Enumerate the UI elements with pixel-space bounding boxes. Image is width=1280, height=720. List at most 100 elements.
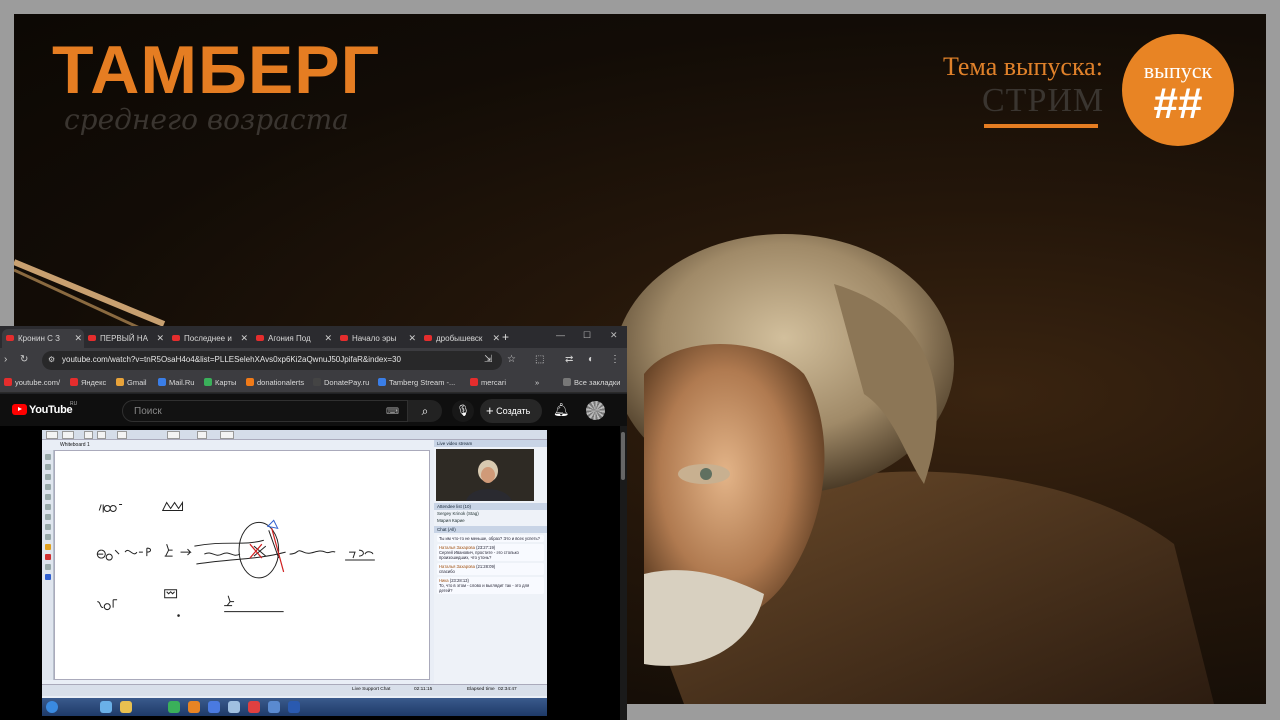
close-icon[interactable]: ✕: [156, 333, 164, 344]
cast-icon[interactable]: ⇄: [565, 354, 573, 365]
youtube-icon: [172, 335, 180, 341]
folder-icon: [563, 378, 571, 386]
tab-label: Последнее и: [184, 334, 232, 343]
episode-number: ##: [1153, 79, 1203, 128]
forward-icon[interactable]: ›: [4, 354, 7, 365]
topic-value: СТРИМ: [982, 82, 1105, 119]
browser-tab[interactable]: Начало эры ✕: [336, 329, 418, 348]
topic-label: Тема выпуска:: [943, 52, 1103, 81]
bookmark-item[interactable]: Карты: [204, 378, 236, 387]
address-bar: › ↻ ⚙ youtube.com/watch?v=tnR5OsaH4o4&li…: [0, 348, 627, 373]
browser-tab[interactable]: Кронин С З ✕: [2, 329, 84, 348]
keyboard-icon[interactable]: ⌨: [386, 406, 399, 417]
new-tab-button[interactable]: +: [502, 330, 509, 344]
star-icon[interactable]: ☆: [507, 354, 516, 365]
donatepay-icon: [313, 378, 321, 386]
toolbar-button: [167, 431, 180, 439]
youtube-icon: [6, 335, 14, 341]
maximize-icon[interactable]: ☐: [583, 330, 591, 341]
page-scrollbar[interactable]: [620, 426, 627, 720]
person-thumbnail-image: [436, 449, 534, 501]
bookmark-item[interactable]: Яндекс: [70, 378, 106, 387]
close-icon[interactable]: ✕: [74, 333, 82, 344]
taskbar-app-icon: [188, 701, 200, 713]
voice-search-button[interactable]: 🎙︎: [452, 400, 474, 422]
word-icon: [288, 701, 300, 713]
url-field[interactable]: ⚙ youtube.com/watch?v=tnR5OsaH4o4&list=P…: [42, 351, 502, 370]
tool-icon: [45, 534, 51, 540]
bookmark-item[interactable]: Gmail: [116, 378, 147, 387]
extensions-icon[interactable]: ⬚: [535, 354, 544, 365]
toolbar-button: [46, 431, 58, 439]
youtube-icon: [12, 404, 27, 415]
bookmark-item[interactable]: DonatePay.ru: [313, 378, 369, 387]
bookmark-item[interactable]: youtube.com/: [4, 378, 60, 387]
toolbar-button: [84, 431, 93, 439]
reload-icon[interactable]: ↻: [20, 354, 28, 365]
tool-icon: [45, 544, 51, 550]
chat-message: Наталья Захарова (23:27:19) Сергей Иванов…: [437, 544, 544, 561]
video-player[interactable]: Whiteboard 1 Live video stream Attendee …: [0, 426, 620, 720]
tool-icon: [45, 564, 51, 570]
brand-subtitle: среднего возраста: [64, 103, 349, 136]
notifications-icon[interactable]: 🔔︎: [553, 402, 570, 418]
close-icon[interactable]: ✕: [324, 333, 332, 344]
live-video-header: Live video stream: [434, 440, 547, 447]
taskbar-app-icon: [208, 701, 220, 713]
scroll-thumb[interactable]: [621, 432, 625, 480]
search-input[interactable]: Поиск ⌨: [122, 400, 408, 422]
tab-label: Агония Под: [268, 334, 311, 343]
all-bookmarks[interactable]: Все закладки: [563, 378, 620, 387]
browser-tab[interactable]: ПЕРВЫЙ НА ✕: [84, 329, 166, 348]
close-icon[interactable]: ✕: [240, 333, 248, 344]
youtube-icon: [88, 335, 96, 341]
attendee-header: Attendee list (10): [434, 503, 547, 510]
toolbar-button: [97, 431, 106, 439]
browser-window: Кронин С З ✕ ПЕРВЫЙ НА ✕ Последнее и ✕ Агон…: [0, 326, 627, 720]
minimize-icon[interactable]: —: [556, 330, 565, 340]
tamberg-icon: [378, 378, 386, 386]
create-button[interactable]: + Создать: [480, 399, 542, 423]
tool-icon: [45, 514, 51, 520]
menu-icon[interactable]: ⋮: [610, 354, 620, 365]
browser-tab[interactable]: дробышевск ✕: [420, 329, 502, 348]
close-icon[interactable]: ✕: [492, 333, 500, 344]
side-panel: Live video stream Attendee list (10) Ser…: [434, 440, 547, 690]
tab-label: Начало эры: [352, 334, 397, 343]
taskbar-app-icon: [100, 701, 112, 713]
search-icon: ⌕: [421, 404, 429, 418]
site-info-icon[interactable]: ⚙: [48, 355, 55, 364]
close-icon[interactable]: ✕: [408, 333, 416, 344]
donationalerts-icon: [246, 378, 254, 386]
bookmark-item[interactable]: Mail.Ru: [158, 378, 194, 387]
tool-icon: [45, 494, 51, 500]
bookmark-item[interactable]: Tamberg Stream -...: [378, 378, 455, 387]
mic-icon: 🎙︎: [456, 405, 470, 417]
youtube-icon: [340, 335, 348, 341]
bookmark-item[interactable]: mercari: [470, 378, 506, 387]
video-content-desktop-app: Whiteboard 1 Live video stream Attendee …: [42, 430, 547, 716]
tool-icon: [45, 474, 51, 480]
youtube-logo[interactable]: YouTube: [12, 404, 73, 416]
browser-tab[interactable]: Агония Под ✕: [252, 329, 334, 348]
tool-icon: [45, 574, 51, 580]
browser-tab[interactable]: Последнее и ✕: [168, 329, 250, 348]
search-placeholder: Поиск: [134, 406, 162, 417]
search-button[interactable]: ⌕: [408, 400, 442, 422]
avatar[interactable]: [586, 401, 605, 420]
bookmarks-overflow[interactable]: »: [535, 378, 539, 387]
close-window-icon[interactable]: ✕: [610, 330, 618, 341]
chat-message: Ника (23:28:13) То, что в этом - слово и …: [437, 577, 544, 594]
status-time: 02:11:15: [414, 687, 433, 692]
maps-icon: [204, 378, 212, 386]
bookmarks-bar: youtube.com/ Яндекс Gmail Mail.Ru Карты …: [0, 373, 627, 393]
tool-icon: [45, 484, 51, 490]
url-text: youtube.com/watch?v=tnR5OsaH4o4&list=PLL…: [62, 355, 401, 364]
profile-icon[interactable]: ◐: [588, 354, 594, 365]
install-icon[interactable]: ⇲: [484, 354, 492, 365]
attendee-item: Мария Карие: [437, 518, 465, 523]
chat-message: Ты им что-то не меньше, образ? Это и все…: [437, 535, 544, 542]
bookmark-item[interactable]: donationalerts: [246, 378, 304, 387]
youtube-icon: [4, 378, 12, 386]
mailru-icon: [158, 378, 166, 386]
